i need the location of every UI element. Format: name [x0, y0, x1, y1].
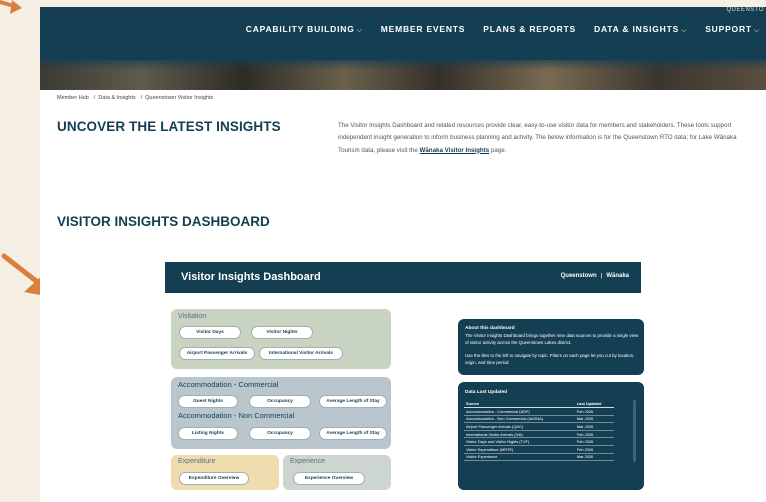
nav-label: CAPABILITY BUILDING: [245, 24, 355, 34]
expenditure-title: Expenditure: [178, 458, 216, 465]
breadcrumb: Member Hub / Data & Insights / Queenstown Vi…: [57, 95, 215, 101]
chevron-down-icon: ⌵: [356, 27, 363, 34]
occupancy-noncommercial-button[interactable]: Occupancy: [249, 427, 311, 440]
logo-wanaka: Wānaka: [606, 273, 629, 279]
visitation-title: Visitation: [178, 313, 207, 320]
visitation-tile: Visitation Visitor Days Visitor Nights A…: [171, 309, 391, 369]
data-updated-box: Data Last Updated Source Last Updated Ac…: [458, 382, 644, 490]
queenstown-wanaka-logo: Queenstown | Wānaka: [561, 273, 629, 279]
row-source: Visitor Expenditure (MRTE): [464, 445, 575, 454]
table-row: Visitor Expenditure (MRTE) Feb 2026: [464, 445, 614, 454]
accommodation-noncommercial-title: Accommodation - Non Commercial: [178, 411, 295, 420]
breadcrumb-data-insights[interactable]: Data & Insights: [98, 95, 135, 101]
row-source: Visitor Days and Visitor Nights (TVF): [464, 437, 575, 447]
row-source: Accommodation - Commercial (ADP): [464, 407, 575, 416]
visitor-nights-button[interactable]: Visitor Nights: [251, 326, 313, 339]
chevron-down-icon: ⌵: [753, 27, 760, 34]
table-row: Accommodation - Commercial (ADP) Feb 2026: [464, 407, 614, 416]
header-source: Source: [464, 400, 575, 409]
row-source: Visitor Experience: [464, 453, 575, 462]
expenditure-overview-button[interactable]: Expenditure Overview: [179, 472, 249, 485]
chevron-down-icon: ⌵: [681, 27, 688, 34]
about-text-2: Use the tiles to the left to navigate by…: [465, 353, 635, 366]
guest-nights-button[interactable]: Guest Nights: [178, 395, 238, 408]
experience-title: Experience: [290, 458, 326, 465]
top-navbar: QUEENSTO CAPABILITY BUILDING ⌵ MEMBER EVE…: [40, 7, 766, 60]
row-date: Feb 2026: [574, 430, 614, 439]
accommodation-commercial-title: Accommodation - Commercial: [178, 380, 279, 389]
logo-separator: |: [600, 273, 603, 279]
nav-label: MEMBER EVENTS: [380, 24, 466, 34]
nav-label: DATA & INSIGHTS: [594, 24, 680, 34]
section-heading: VISITOR INSIGHTS DASHBOARD: [57, 214, 270, 229]
breadcrumb-current: Queenstown Visitor Insights: [145, 95, 214, 101]
experience-tile: Experience Experience Overview: [283, 455, 391, 490]
nav-support[interactable]: SUPPORT ⌵: [705, 24, 760, 35]
region-label-cut: QUEENSTO: [726, 7, 764, 13]
avg-length-stay-commercial-button[interactable]: Average Length of Stay: [319, 395, 387, 408]
page-title: UNCOVER THE LATEST INSIGHTS: [57, 119, 281, 134]
nav-plans-reports[interactable]: PLANS & REPORTS: [483, 24, 576, 35]
header-last-updated: Last Updated: [574, 400, 614, 409]
table-row: International Visitor Arrivals (IVA) Feb …: [464, 430, 614, 439]
nav-capability-building[interactable]: CAPABILITY BUILDING ⌵: [246, 24, 363, 35]
nav-label: SUPPORT: [705, 24, 752, 34]
table-scrollbar[interactable]: [633, 400, 636, 462]
row-source: International Visitor Arrivals (IVA): [464, 430, 575, 439]
row-source: Airport Passenger Arrivals (QAC): [464, 422, 575, 431]
nav-label: PLANS & REPORTS: [483, 24, 577, 34]
breadcrumb-separator: /: [140, 95, 143, 101]
airport-arrivals-button[interactable]: Airport Passenger Arrivals: [179, 347, 255, 360]
dashboard-header: Visitor Insights Dashboard Queenstown | Wā…: [165, 262, 641, 293]
table-row: Accommodation - Non Commercial (AirDNA) M…: [464, 415, 614, 424]
nav-member-events[interactable]: MEMBER EVENTS: [381, 24, 466, 35]
row-date: Feb 2026: [574, 437, 614, 447]
table-row: Visitor Days and Visitor Nights (TVF) Feb…: [464, 437, 614, 447]
webpage: QUEENSTO CAPABILITY BUILDING ⌵ MEMBER EVE…: [40, 7, 766, 502]
breadcrumb-member-hub[interactable]: Member Hub: [57, 95, 89, 101]
intro-text: The Visitor Insights Dashboard and relat…: [338, 122, 737, 154]
data-updated-title: Data Last Updated: [465, 390, 508, 395]
about-dashboard-box: About this dashboard The Visitor Insight…: [458, 319, 644, 375]
accommodation-tile: Accommodation - Commercial Guest Nights …: [171, 377, 391, 449]
row-date: Feb 2026: [574, 407, 614, 416]
table-row: Visitor Experience Mar 2026: [464, 453, 614, 462]
arrow-top-left-icon: [0, 0, 22, 14]
data-updated-table: Source Last Updated Accommodation - Comm…: [464, 400, 614, 462]
dashboard-title: Visitor Insights Dashboard: [181, 271, 321, 283]
logo-queenstown: Queenstown: [560, 273, 597, 279]
nav-data-insights[interactable]: DATA & INSIGHTS ⌵: [594, 24, 687, 35]
about-text-1: The Visitor Insights Dashboard brings to…: [465, 333, 639, 346]
row-date: Mar 2026: [574, 422, 614, 431]
row-date: Mar 2026: [574, 453, 614, 462]
nav-links: CAPABILITY BUILDING ⌵ MEMBER EVENTS PLANS…: [246, 24, 760, 35]
row-date: Feb 2026: [574, 445, 614, 454]
intro-paragraph: The Visitor Insights Dashboard and relat…: [338, 120, 756, 157]
wanaka-insights-link[interactable]: Wānaka Visitor Insights: [420, 147, 490, 154]
row-source: Accommodation - Non Commercial (AirDNA): [464, 415, 575, 424]
dashboard-preview[interactable]: Visitor Insights Dashboard Queenstown | Wā…: [165, 262, 644, 490]
international-arrivals-button[interactable]: International Visitor Arrivals: [259, 347, 343, 360]
expenditure-tile: Expenditure Expenditure Overview: [171, 455, 279, 490]
listing-nights-button[interactable]: Listing Nights: [178, 427, 238, 440]
table-row: Airport Passenger Arrivals (QAC) Mar 2026: [464, 422, 614, 431]
intro-suffix: page.: [489, 146, 507, 154]
occupancy-commercial-button[interactable]: Occupancy: [249, 395, 311, 408]
avg-length-stay-noncommercial-button[interactable]: Average Length of Stay: [319, 427, 387, 440]
breadcrumb-separator: /: [93, 95, 96, 101]
hero-banner-image: [40, 60, 766, 90]
about-title: About this dashboard: [465, 326, 515, 331]
experience-overview-button[interactable]: Experience Overview: [293, 472, 365, 485]
row-date: Mar 2026: [574, 415, 614, 424]
visitor-days-button[interactable]: Visitor Days: [179, 326, 241, 339]
table-header-row: Source Last Updated: [464, 400, 614, 409]
